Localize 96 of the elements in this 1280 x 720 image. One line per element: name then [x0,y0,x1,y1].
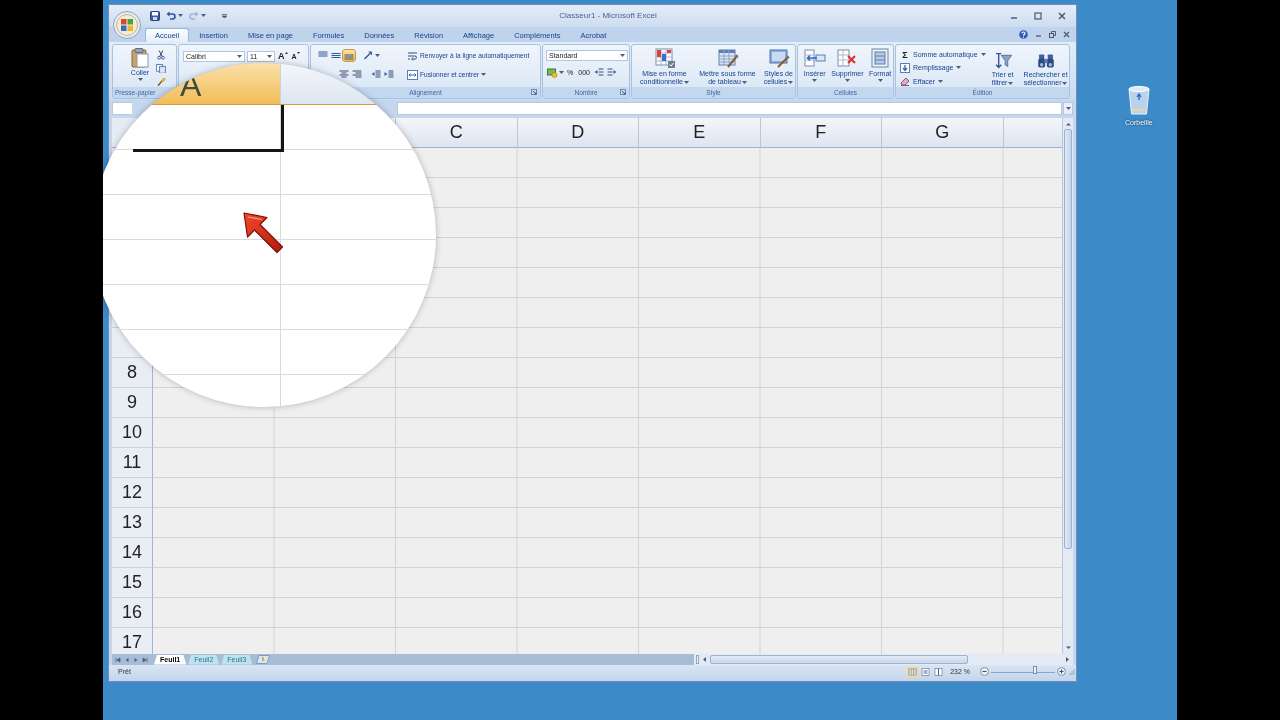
caret-icon [877,78,883,82]
row-header[interactable]: 9 [112,387,153,418]
zoom-out-icon[interactable] [980,667,989,676]
window-title: Classeur1 - Microsoft Excel [559,11,657,21]
column-header[interactable]: F [760,117,882,148]
row-header[interactable]: 17 [112,627,153,655]
caret-icon[interactable] [222,13,227,19]
caret-icon [1065,107,1071,111]
row-header[interactable]: 10 [112,417,153,448]
scroll-thumb[interactable] [710,655,968,665]
left-arrow-icon[interactable] [701,655,708,665]
format-cells-icon [869,46,892,69]
caret-icon [683,80,689,84]
caret-icon [980,53,986,57]
zoom-in-icon[interactable] [1057,667,1066,676]
close-icon[interactable] [1058,12,1066,20]
resize-grip-icon[interactable] [1068,668,1075,675]
row-header[interactable]: 12 [112,477,153,508]
grid-view-icon[interactable] [907,666,919,677]
help-icon[interactable] [1019,29,1028,39]
align-center-icon[interactable] [338,69,350,81]
caret-icon [201,14,206,18]
sigma-icon: Σ [900,49,910,60]
recycle-bin-icon [1126,85,1151,115]
first-arrow-icon[interactable] [115,656,121,663]
insert-cells-icon [803,46,826,69]
eraser-icon [900,76,910,87]
align-bottom-icon[interactable] [343,50,355,62]
currency-icon[interactable] [546,67,558,79]
row-header[interactable]: 8 [112,357,153,388]
last-arrow-icon[interactable] [142,656,148,663]
decrease-indent-icon[interactable] [370,69,382,81]
caret-down-icon [296,51,300,54]
maximize-icon[interactable] [1034,12,1042,20]
caret-icon [178,14,183,18]
selected-cell[interactable] [133,105,284,152]
row-header[interactable]: 13 [112,507,153,538]
undo-icon[interactable] [166,11,176,21]
restore-icon[interactable] [1049,30,1056,38]
align-right-icon[interactable] [351,69,363,81]
row-header[interactable]: 11 [112,447,153,478]
column-header[interactable]: G [882,117,1004,148]
new-sheet-icon[interactable] [256,655,271,665]
caret-icon [481,73,486,77]
expand-button[interactable] [1063,102,1073,116]
caret-up-icon [284,51,288,54]
scroll-thumb[interactable] [1064,128,1072,549]
row-header[interactable]: 15 [112,567,153,598]
caret-icon [741,80,747,84]
delete-cells-icon [836,46,859,69]
column-header[interactable]: E [639,117,761,148]
caret-icon [267,54,272,58]
wrap-text-icon [407,50,418,61]
caret-icon [812,78,818,82]
caret-icon [375,54,380,58]
caret-icon [237,54,242,58]
increase-decimal-icon[interactable] [592,67,605,79]
caret-icon [938,79,944,83]
split-handle[interactable] [696,655,699,665]
caret-icon [559,71,564,75]
row-header[interactable]: 16 [112,597,153,628]
column-header[interactable]: C [396,117,518,148]
zoom-slider[interactable] [991,668,1055,673]
vertical-scrollbar[interactable] [1062,117,1073,655]
page-layout-icon[interactable] [920,666,932,677]
scissors-icon[interactable] [156,49,166,60]
increase-indent-icon[interactable] [383,69,395,81]
dialog-launcher-icon[interactable] [620,89,626,96]
row-header[interactable]: 14 [112,537,153,568]
table-brush-icon [716,46,739,69]
caret-icon [788,80,794,84]
page-break-icon[interactable] [933,666,945,677]
conditional-format-icon [653,46,676,69]
horizontal-scrollbar[interactable] [694,654,1073,666]
decrease-decimal-icon[interactable] [605,67,618,79]
caret-icon [844,78,850,82]
caret-icon [620,53,625,57]
slider-thumb[interactable] [1032,666,1037,674]
pointer-arrow-icon [242,211,284,255]
caret-icon [956,66,962,70]
caret-icon [137,77,143,81]
column-header[interactable]: D [517,117,639,148]
cell-brush-icon [767,46,790,69]
fill-down-icon [900,62,910,73]
left-arrow-icon[interactable] [124,656,130,663]
right-arrow-icon[interactable] [1064,655,1071,665]
copy-icon[interactable] [156,63,166,74]
merge-cells-icon [407,69,418,80]
formula-input[interactable] [397,102,1062,116]
close-icon[interactable] [1063,30,1070,38]
clipboard-icon [131,47,149,68]
diagonal-arrow-icon[interactable] [362,50,374,62]
right-arrow-icon[interactable] [133,656,139,663]
paintbrush-icon[interactable] [156,77,166,87]
grow-font-button[interactable]: A [277,50,289,62]
dialog-launcher-icon[interactable] [531,89,537,96]
